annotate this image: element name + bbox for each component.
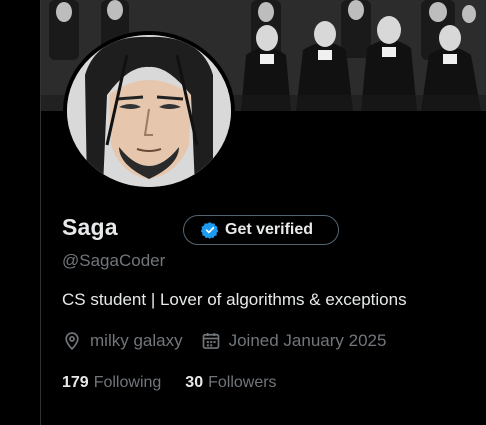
following-link[interactable]: 179 Following — [62, 374, 161, 392]
profile-handle: @SagaCoder — [62, 251, 166, 270]
profile-meta-row: milky galaxy Joined January 2025 — [62, 331, 386, 351]
profile-bio: CS student | Lover of algorithms & excep… — [62, 290, 407, 309]
followers-count: 30 — [185, 374, 204, 391]
verified-badge-icon — [200, 221, 219, 239]
join-date-text: Joined January 2025 — [228, 331, 387, 350]
follow-stats: 179 Following 30 Followers — [62, 374, 277, 392]
profile-display-name: Saga — [62, 214, 118, 240]
get-verified-label: Get verified — [225, 221, 314, 238]
calendar-icon — [201, 331, 221, 351]
profile-avatar[interactable] — [63, 31, 235, 191]
following-label: Following — [93, 374, 162, 391]
profile-join-date: Joined January 2025 — [201, 331, 387, 351]
followers-link[interactable]: 30 Followers — [185, 374, 276, 392]
following-count: 179 — [62, 374, 89, 391]
followers-label: Followers — [208, 374, 277, 391]
profile-location: milky galaxy — [62, 331, 183, 351]
location-pin-icon — [62, 331, 82, 351]
left-navigation-rail — [0, 0, 41, 425]
avatar-portrait-icon — [67, 35, 231, 187]
get-verified-button[interactable]: Get verified — [183, 215, 339, 245]
location-text: milky galaxy — [90, 331, 183, 350]
